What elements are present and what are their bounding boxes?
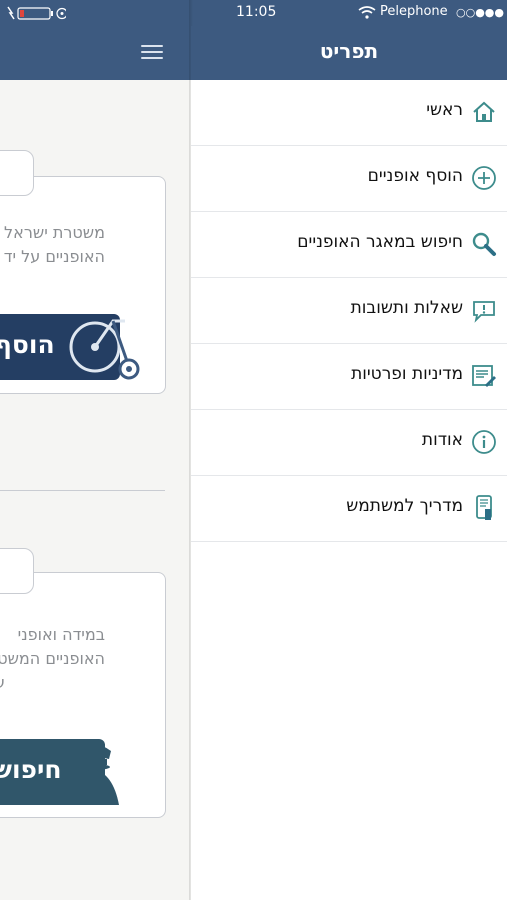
card1-tab (0, 150, 34, 196)
speech-bubble-exclamation-icon (471, 297, 497, 323)
menu-item-search[interactable]: חיפוש במאגר האופניים (191, 212, 507, 278)
drawer-header: תפריט (191, 26, 507, 80)
info-icon (471, 429, 497, 455)
menu-item-faq[interactable]: שאלות ותשובות (191, 278, 507, 344)
status-bar-left (0, 0, 191, 26)
card1-text-line2: האופניים על יד (3, 247, 105, 266)
menu-label-about: אודות (421, 430, 463, 450)
penny-farthing-icon (65, 307, 145, 391)
wifi-icon (358, 6, 376, 23)
card2-tab (0, 548, 34, 594)
search-bike-button-label: חיפוש (0, 755, 62, 784)
menu-label-add-bike: הוסף אופניים (367, 166, 463, 186)
menu-item-privacy[interactable]: מדיניות ופרטיות (191, 344, 507, 410)
menu-label-privacy: מדיניות ופרטיות (351, 364, 463, 384)
menu-label-home: ראשי (426, 100, 463, 120)
status-bar-right: 11:05 Pelephone ○○●●● (191, 0, 507, 26)
card2-description: במידה ואופני האופניים המשטר ע (0, 623, 105, 695)
main-page: משטרת ישראל האופניים על יד הוסף במידה וא… (0, 26, 191, 900)
menu-item-about[interactable]: אודות (191, 410, 507, 476)
search-icon (471, 231, 497, 257)
drawer-title: תפריט (319, 39, 379, 63)
menu-item-add-bike[interactable]: הוסף אופניים (191, 146, 507, 212)
status-time: 11:05 (236, 4, 277, 20)
menu-list: ראשי הוסף אופניים חיפוש במאגר האופניים ש… (191, 80, 507, 542)
menu-item-home[interactable]: ראשי (191, 80, 507, 146)
card2-text-line2: האופניים המשטר (0, 649, 105, 668)
detective-icon (63, 733, 127, 813)
side-menu-drawer: תפריט ראשי הוסף אופניים חיפוש במאגר האופ… (191, 26, 507, 900)
card2-text-line1: במידה ואופני (17, 625, 105, 644)
menu-label-user-guide: מדריך למשתמש (346, 496, 463, 516)
section-divider (0, 490, 165, 491)
signal-strength: ○○●●● (456, 6, 504, 19)
carrier-name: Pelephone (380, 4, 448, 19)
phone-guide-icon (471, 495, 497, 521)
add-bike-button-label: הוסף (0, 330, 55, 359)
menu-item-user-guide[interactable]: מדריך למשתמש (191, 476, 507, 542)
home-icon (471, 99, 497, 125)
document-edit-icon (471, 363, 497, 389)
hamburger-menu-icon[interactable] (141, 41, 169, 65)
card2-text-line3: ע (0, 671, 105, 695)
card1-description: משטרת ישראל האופניים על יד (0, 221, 105, 269)
card1-text-line1: משטרת ישראל (4, 223, 105, 242)
add-bike-card: משטרת ישראל האופניים על יד הוסף (0, 176, 166, 394)
page-header (0, 26, 191, 80)
menu-label-faq: שאלות ותשובות (350, 298, 463, 318)
menu-label-search: חיפוש במאגר האופניים (297, 232, 463, 252)
search-bike-card: במידה ואופני האופניים המשטר ע חיפוש (0, 572, 166, 818)
charging-icon (6, 5, 68, 25)
plus-circle-icon (471, 165, 497, 191)
